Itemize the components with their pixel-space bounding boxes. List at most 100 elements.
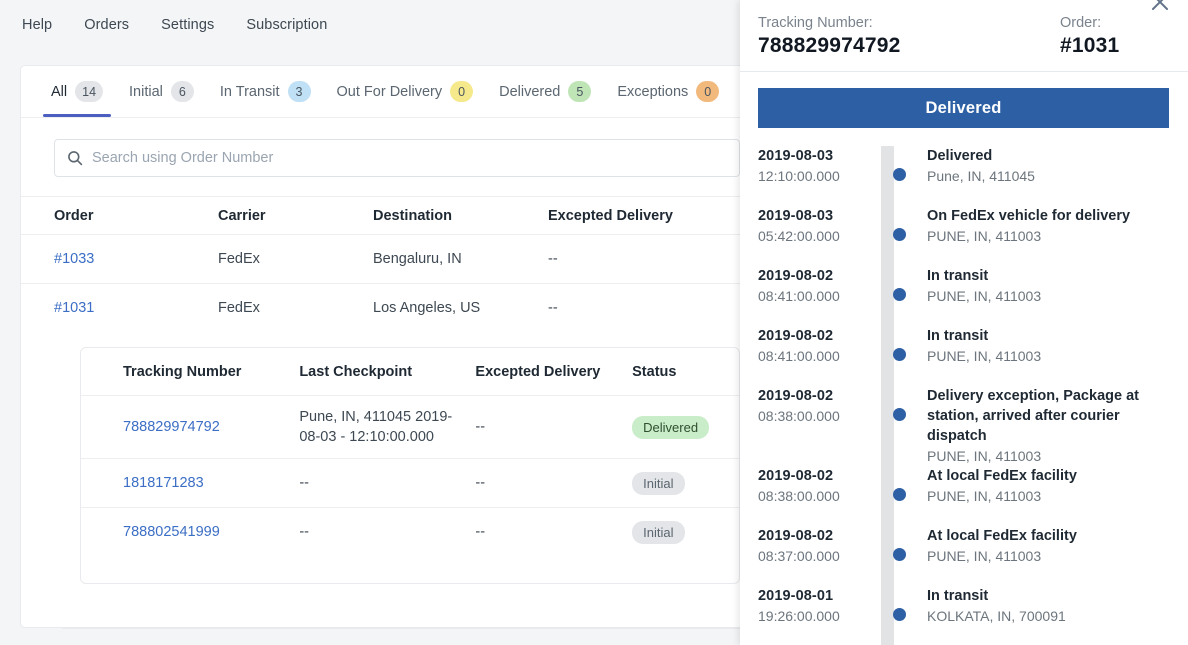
status-badge: Initial [632,471,685,495]
timeline-time: 08:38:00.000 [758,408,840,424]
bottom-divider [62,628,762,629]
timeline-title: In transit [927,588,989,604]
timeline-title: At local FedEx facility [927,528,1077,544]
timeline-location: KOLKATA, IN, 700091 [927,608,1066,624]
drawer-order-block: Order: #1031 [1060,14,1168,59]
tracking-timeline: 2019-08-03 12:10:00.000 Delivered Pune, IN,… [740,146,1188,645]
tab-label: In Transit [219,83,280,100]
tracking-number-link[interactable]: 788829974792 [123,419,220,435]
timeline-location: PUNE, IN, 411003 [927,348,1042,364]
timeline-location: PUNE, IN, 411003 [927,448,1042,464]
table-row[interactable]: #1033 FedEx Bengaluru, IN -- [21,234,762,283]
tab-delivered[interactable]: Delivered 5 [486,66,604,117]
tab-count-badge: 0 [696,81,720,102]
nav-item-help[interactable]: Help [22,17,52,33]
timeline-event: 2019-08-02 08:37:00.000 At local FedEx fac… [740,526,1188,586]
timeline-title: In transit [927,268,989,284]
destination-cell: Los Angeles, US [373,300,481,316]
last-checkpoint-cell: Pune, IN, 411045 2019-08-03 - 12:10:00.0… [299,409,453,445]
timeline-date: 2019-08-01 [758,588,834,604]
table-row[interactable]: 788829974792 Pune, IN, 411045 2019-08-03 … [81,395,739,458]
tracking-number-link[interactable]: 1818171283 [123,475,204,491]
status-banner: Delivered [758,88,1169,128]
tab-label: Initial [129,83,163,100]
timeline-event: 2019-08-02 08:38:00.000 At local FedEx fac… [740,466,1188,526]
tab-label: Delivered [499,83,561,100]
timeline-time: 08:37:00.000 [758,548,840,564]
search-input[interactable] [92,140,727,176]
column-header-tracking-excepted-delivery: Excepted Delivery [475,363,601,380]
last-checkpoint-cell: -- [299,475,309,491]
close-icon[interactable] [1149,0,1171,13]
tab-count-badge: 3 [287,81,311,102]
tab-count-badge: 6 [170,81,194,102]
tab-count-badge: 0 [450,81,474,102]
tracking-excepted-delivery-cell: -- [475,419,486,435]
carrier-cell: FedEx [218,251,260,267]
destination-cell: Bengaluru, IN [373,251,462,267]
timeline-time: 08:38:00.000 [758,488,840,504]
table-row[interactable]: 1818171283 -- -- Initial [81,458,739,507]
timeline-event: 2019-08-02 08:38:00.000 Delivery exception… [740,386,1188,466]
timeline-date: 2019-08-03 [758,148,834,164]
status-badge: Initial [632,520,685,544]
last-checkpoint-cell: -- [299,524,309,540]
column-header-carrier: Carrier [218,207,266,224]
order-link[interactable]: #1033 [54,251,94,267]
timeline-time: 08:41:00.000 [758,348,840,364]
timeline-date: 2019-08-02 [758,268,834,284]
tab-exceptions[interactable]: Exceptions 0 [604,66,732,117]
nav-item-orders[interactable]: Orders [84,17,129,33]
timeline-event: 2019-08-02 08:41:00.000 In transit PUNE, IN… [740,326,1188,386]
timeline-title: Delivery exception, Package at station, … [927,388,1139,444]
column-header-tracking-number: Tracking Number [123,363,242,380]
order-link[interactable]: #1031 [54,300,94,316]
timeline-time: 12:10:00.000 [758,168,840,184]
search-section [21,118,762,177]
tab-label: All [51,83,68,100]
top-navigation: Help Orders Settings Subscription [0,0,760,49]
tab-initial[interactable]: Initial 6 [116,66,207,117]
timeline-event: 2019-08-03 12:10:00.000 Delivered Pune, IN,… [740,146,1188,206]
timeline-dot [893,408,906,421]
column-header-excepted-delivery: Excepted Delivery [548,207,673,224]
status-badge: Delivered [632,415,710,439]
drawer-tracking-label: Tracking Number: [758,15,873,31]
tab-count-badge: 5 [568,81,592,102]
search-icon [68,151,83,166]
timeline-location: Pune, IN, 411045 [927,168,1035,184]
drawer-tracking-value: 788829974792 [758,34,901,57]
timeline-event: 2019-08-02 08:41:00.000 In transit PUNE, IN… [740,266,1188,326]
status-tabs: All 14 Initial 6 In Transit 3 Out For Delivery… [21,66,762,118]
tracking-excepted-delivery-cell: -- [475,524,486,540]
timeline-dot [893,228,906,241]
timeline-dot [893,548,906,561]
timeline-location: PUNE, IN, 411003 [927,548,1042,564]
timeline-dot [893,288,906,301]
timeline-title: On FedEx vehicle for delivery [927,208,1131,224]
timeline-date: 2019-08-03 [758,208,834,224]
tab-out-for-delivery[interactable]: Out For Delivery 0 [324,66,487,117]
table-row[interactable]: 788802541999 -- -- Initial [81,507,739,556]
table-row[interactable]: #1031 FedEx Los Angeles, US -- [21,283,762,332]
tab-all[interactable]: All 14 [38,66,116,117]
orders-table-header: Order Carrier Destination Excepted Deliv… [21,196,762,234]
tab-label: Out For Delivery [336,83,443,100]
timeline-time: 05:42:00.000 [758,228,840,244]
tracking-number-link[interactable]: 788802541999 [123,524,220,540]
drawer-order-value: #1031 [1060,34,1120,57]
timeline-dot [893,348,906,361]
timeline-event: 2019-08-01 19:26:00.000 In transit KOLKATA,… [740,586,1188,645]
timeline-location: PUNE, IN, 411003 [927,228,1042,244]
nav-item-settings[interactable]: Settings [161,17,214,33]
tab-in-transit[interactable]: In Transit 3 [207,66,324,117]
tracking-detail-drawer: Tracking Number: 788829974792 Order: #10… [740,0,1188,645]
timeline-event: 2019-08-03 05:42:00.000 On FedEx vehicle f… [740,206,1188,266]
orders-table: Order Carrier Destination Excepted Deliv… [21,196,762,332]
app-root: Help Orders Settings Subscription All 14 Init… [0,0,1188,645]
search-box[interactable] [54,139,740,177]
timeline-location: PUNE, IN, 411003 [927,288,1042,304]
orders-table-body: #1033 FedEx Bengaluru, IN -- #1031 FedEx Los A… [21,234,762,332]
tracking-table-header: Tracking Number Last Checkpoint Excepted… [81,348,739,395]
nav-item-subscription[interactable]: Subscription [246,17,327,33]
